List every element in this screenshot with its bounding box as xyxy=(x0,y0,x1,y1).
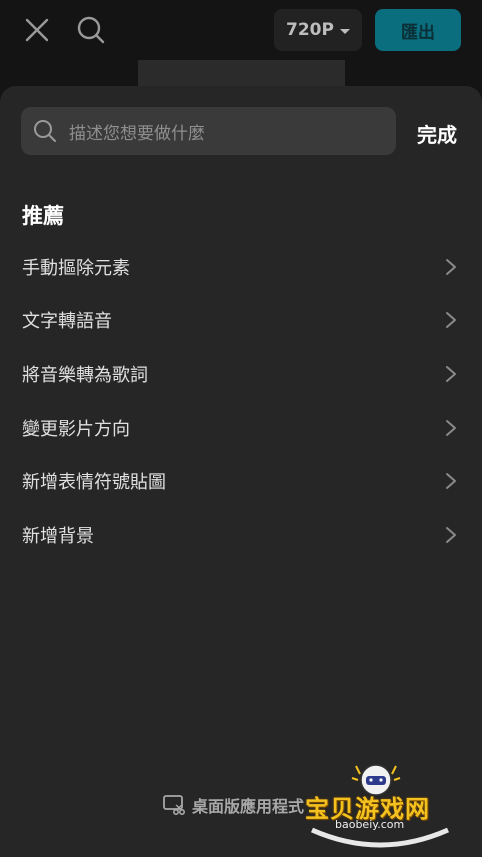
video-preview xyxy=(138,60,345,88)
top-bar: 720P 匯出 xyxy=(0,0,482,62)
search-placeholder: 描述您想要做什麼 xyxy=(69,123,205,144)
list-item[interactable]: 新增表情符號貼圖 xyxy=(0,454,482,508)
assistant-sheet: 描述您想要做什麼 完成 推薦 手動摳除元素 文字轉語音 將音樂轉為歌詞 變更影片… xyxy=(0,86,482,857)
list-item-label: 新增表情符號貼圖 xyxy=(22,472,166,494)
list-item-label: 文字轉語音 xyxy=(22,311,112,333)
list-item[interactable]: 文字轉語音 xyxy=(0,294,482,348)
site-watermark: 宝贝游戏网 baobeiy.com xyxy=(300,760,460,850)
export-button[interactable]: 匯出 xyxy=(375,9,461,51)
list-item[interactable]: 新增背景 xyxy=(0,508,482,562)
resolution-label: 720P xyxy=(286,20,334,40)
desktop-scissors-icon xyxy=(163,795,185,816)
search-icon xyxy=(34,120,56,142)
watermark-url: baobeiy.com xyxy=(335,818,405,831)
desktop-app-link[interactable]: 桌面版應用程式 xyxy=(162,793,304,817)
list-item[interactable]: 將音樂轉為歌詞 xyxy=(0,347,482,401)
desktop-app-label: 桌面版應用程式 xyxy=(192,797,305,816)
section-title: 推薦 xyxy=(22,204,64,228)
list-item[interactable]: 手動摳除元素 xyxy=(0,240,482,294)
chevron-right-icon xyxy=(446,258,456,275)
chevron-right-icon xyxy=(446,312,456,329)
chevron-right-icon xyxy=(446,419,456,436)
recommendation-list: 手動摳除元素 文字轉語音 將音樂轉為歌詞 變更影片方向 新增表情符號貼圖 新增背… xyxy=(0,240,482,562)
list-item-label: 新增背景 xyxy=(22,525,94,547)
close-icon xyxy=(25,18,49,42)
search-input[interactable]: 描述您想要做什麼 xyxy=(21,107,396,155)
caret-down-icon xyxy=(339,28,350,34)
resolution-dropdown[interactable]: 720P xyxy=(274,9,362,51)
done-button[interactable]: 完成 xyxy=(417,119,457,148)
list-item-label: 變更影片方向 xyxy=(22,418,130,440)
list-item-label: 將音樂轉為歌詞 xyxy=(22,364,148,386)
search-icon xyxy=(77,16,105,44)
chevron-right-icon xyxy=(446,473,456,490)
chevron-right-icon xyxy=(446,526,456,543)
search-button[interactable] xyxy=(73,12,109,48)
list-item[interactable]: 變更影片方向 xyxy=(0,401,482,455)
close-button[interactable] xyxy=(19,12,55,48)
chevron-right-icon xyxy=(446,365,456,382)
list-item-label: 手動摳除元素 xyxy=(22,257,130,279)
